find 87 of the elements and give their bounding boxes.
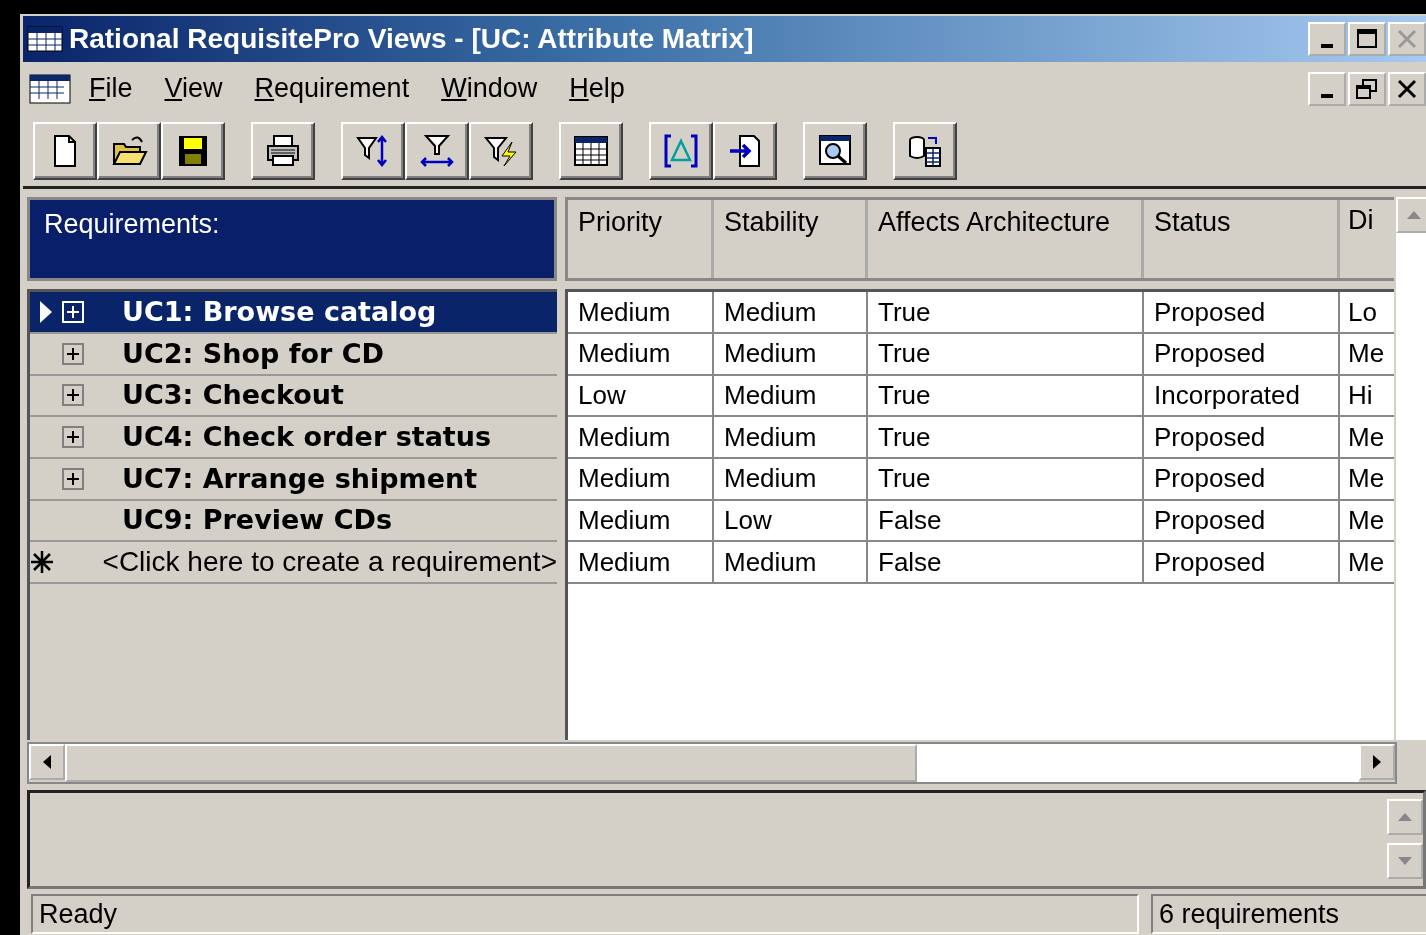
- table-cell: Low: [714, 500, 868, 541]
- close-icon: [1395, 77, 1419, 100]
- scroll-down-button[interactable]: [1387, 843, 1423, 880]
- table-cell: Incorporated: [1144, 375, 1340, 416]
- left-arrow-icon: [42, 753, 52, 770]
- requirement-label: UC7: Arrange shipment: [122, 461, 478, 496]
- right-arrow-icon: [1372, 753, 1382, 770]
- up-arrow-icon: [1406, 210, 1422, 221]
- scroll-up-button[interactable]: [1387, 799, 1423, 836]
- table-button[interactable]: [559, 121, 623, 180]
- table-cell: True: [868, 375, 1144, 416]
- minimize-button[interactable]: [1308, 21, 1346, 56]
- table-cell: True: [868, 333, 1144, 374]
- table-cell: Medium: [714, 375, 868, 416]
- table-cell: Medium: [568, 417, 714, 457]
- table-cell: Proposed: [1144, 292, 1340, 332]
- status-text: 6 requirements: [1151, 894, 1426, 935]
- table-cell: False: [868, 500, 1144, 541]
- minimize-icon: [1321, 93, 1333, 98]
- menu-item[interactable]: View: [148, 68, 239, 109]
- table-cell: Medium: [714, 417, 868, 457]
- table-cell: Medium: [568, 333, 714, 374]
- filter-button[interactable]: [405, 121, 469, 180]
- requirement-label: UC2: Shop for CD: [122, 336, 384, 371]
- table-cell: Proposed: [1144, 500, 1340, 541]
- grid-icon: [27, 25, 63, 52]
- minimize-icon: [1321, 43, 1333, 48]
- down-arrow-icon: [1397, 856, 1413, 867]
- tree-row[interactable]: UC1: Browse catalog: [30, 292, 557, 334]
- requirement-label: UC3: Checkout: [122, 378, 344, 413]
- import-button[interactable]: [713, 121, 777, 180]
- up-arrow-icon: [1397, 812, 1413, 823]
- minimize-button[interactable]: [1308, 71, 1346, 106]
- window-title: Rational RequisitePro Views - [UC: Attribute Matrix]: [69, 21, 754, 56]
- column-header: Status: [1144, 200, 1340, 279]
- column-header: Priority: [568, 200, 714, 279]
- current-row-icon: [39, 300, 53, 325]
- table-cell: Medium: [714, 459, 868, 499]
- table-cell: True: [868, 459, 1144, 499]
- menu-item[interactable]: Help: [553, 68, 641, 109]
- print-button[interactable]: [251, 121, 315, 180]
- table-cell: True: [868, 417, 1144, 457]
- table-cell: Low: [568, 375, 714, 416]
- save-button[interactable]: [161, 121, 225, 180]
- menu-item[interactable]: File: [73, 68, 149, 109]
- maximize-icon: [1355, 27, 1379, 50]
- asterisk-icon: [30, 550, 54, 575]
- menu-item[interactable]: Requirement: [238, 68, 426, 109]
- table-cell: Proposed: [1144, 417, 1340, 457]
- maximize-button[interactable]: [1348, 21, 1386, 56]
- table-cell: True: [868, 292, 1144, 332]
- open-button[interactable]: [97, 121, 161, 180]
- requirement-label: UC4: Check order status: [122, 419, 492, 454]
- table-cell: Medium: [714, 542, 868, 583]
- restore-icon: [1355, 77, 1379, 100]
- table-cell: False: [868, 542, 1144, 583]
- table-cell: Medium: [568, 292, 714, 332]
- table-cell: Proposed: [1144, 333, 1340, 374]
- table-cell: Medium: [568, 500, 714, 541]
- column-header: Stability: [714, 200, 868, 279]
- column-header: Affects Architecture: [868, 200, 1144, 279]
- grid-icon: [29, 73, 73, 104]
- menu-item[interactable]: Window: [425, 68, 554, 109]
- scrollbar-thumb[interactable]: [65, 743, 917, 782]
- scroll-left-button[interactable]: [29, 743, 65, 780]
- restore-button[interactable]: [1348, 71, 1386, 106]
- filter-lightning-button[interactable]: [469, 121, 533, 180]
- database-button[interactable]: [893, 121, 957, 180]
- close-button[interactable]: [1388, 71, 1426, 106]
- requirement-label: UC1: Browse catalog: [122, 294, 437, 329]
- new-document-button[interactable]: [33, 121, 97, 180]
- pane-header: Requirements:: [27, 197, 557, 282]
- attribute-button[interactable]: [649, 121, 713, 180]
- table-cell: Medium: [568, 542, 714, 583]
- filter-sort-button[interactable]: [341, 121, 405, 180]
- table-cell: Medium: [714, 333, 868, 374]
- scroll-right-button[interactable]: [1359, 743, 1395, 780]
- table-cell: Proposed: [1144, 459, 1340, 499]
- scroll-up-button[interactable]: [1396, 197, 1426, 234]
- table-cell: Medium: [714, 292, 868, 332]
- table-cell: Proposed: [1144, 542, 1340, 583]
- preview-button[interactable]: [803, 121, 867, 180]
- requirement-label: UC9: Preview CDs: [122, 503, 392, 538]
- status-text: Ready: [31, 894, 1139, 935]
- requirement-label: <Click here to create a requirement>: [102, 545, 557, 580]
- table-cell: Medium: [568, 459, 714, 499]
- close-icon: [1395, 27, 1419, 50]
